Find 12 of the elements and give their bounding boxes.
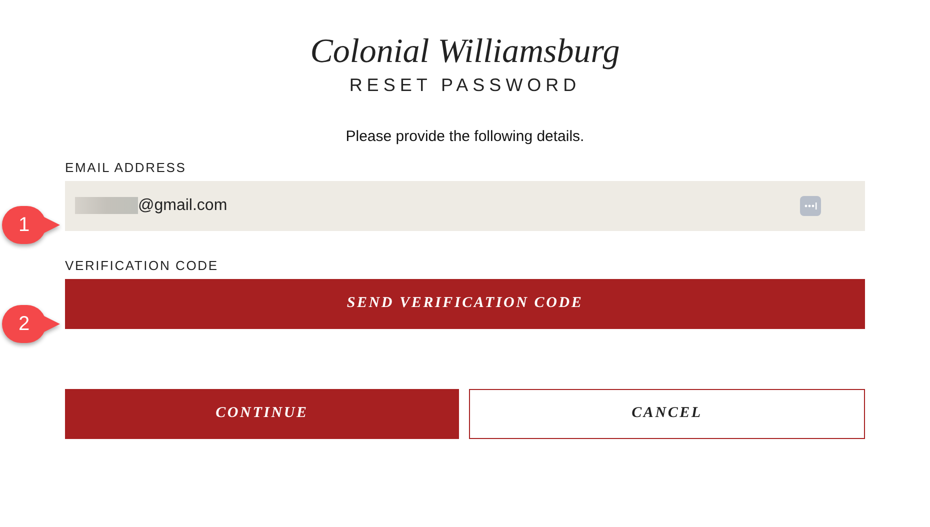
instructions: Please provide the following details. [346, 127, 584, 147]
page-title: RESET PASSWORD [349, 74, 581, 96]
send-code-button[interactable]: SEND VERIFICATION CODE [65, 278, 865, 328]
redacted-text [75, 197, 138, 214]
continue-button[interactable]: CONTINUE [65, 388, 459, 438]
email-field[interactable]: @gmail.com [65, 180, 865, 230]
logo: Colonial Williamsburg [310, 32, 620, 72]
cancel-button[interactable]: CANCEL [469, 388, 865, 438]
field-label: EMAIL ADDRESS [65, 158, 188, 176]
field-label: VERIFICATION CODE [65, 256, 220, 274]
password-manager-icon[interactable] [800, 196, 821, 216]
email-value: @gmail.com [138, 196, 228, 216]
